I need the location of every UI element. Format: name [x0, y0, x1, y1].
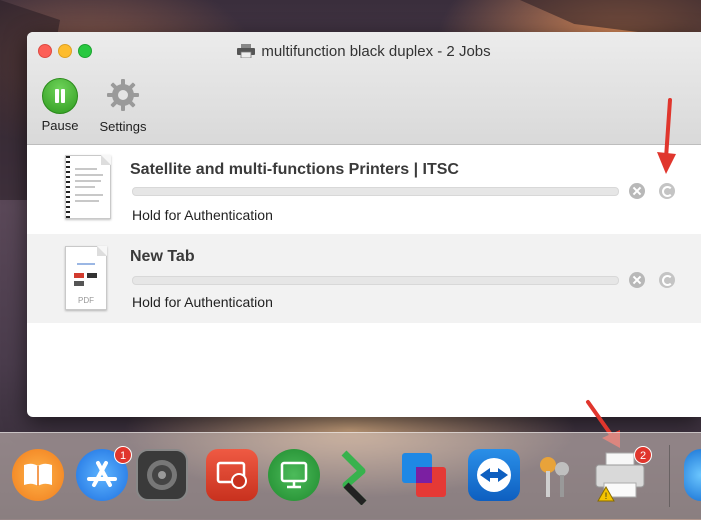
vmware-icon[interactable]: [398, 449, 450, 501]
document-thumbnail: PDF: [65, 246, 107, 310]
resume-job-button[interactable]: [659, 272, 675, 288]
keys-icon[interactable]: [530, 449, 582, 501]
document-thumbnail: [65, 155, 111, 219]
notification-badge: 2: [634, 446, 652, 464]
resume-job-button[interactable]: [659, 183, 675, 199]
job-status: Hold for Authentication: [132, 294, 273, 310]
teamviewer-icon[interactable]: [468, 449, 520, 501]
pdf-label: PDF: [78, 296, 94, 305]
titlebar: multifunction black duplex - 2 Jobs Paus…: [27, 32, 701, 145]
dock: 1 ! 2: [0, 432, 701, 520]
s-logo-icon[interactable]: [334, 449, 374, 506]
svg-text:!: !: [605, 491, 608, 501]
pause-icon: [42, 78, 78, 114]
gear-icon: [107, 79, 139, 111]
job-row[interactable]: Satellite and multi-functions Printers |…: [27, 145, 701, 234]
remote-desktop-icon[interactable]: [206, 449, 258, 501]
app-store-icon[interactable]: 1: [76, 446, 132, 501]
folder-icon[interactable]: [684, 449, 701, 501]
pause-label: Pause: [41, 118, 79, 133]
printer-icon[interactable]: ! 2: [592, 446, 652, 502]
dock-separator: [669, 445, 670, 507]
cancel-job-button[interactable]: [629, 183, 645, 199]
monitor-icon[interactable]: [268, 449, 320, 501]
job-progress-bar: [132, 187, 619, 196]
book-icon[interactable]: [12, 449, 64, 501]
settings-button[interactable]: Settings: [91, 78, 155, 134]
settings-label: Settings: [99, 119, 147, 134]
print-queue-window: multifunction black duplex - 2 Jobs Paus…: [27, 32, 701, 417]
annotation-arrow-icon: [657, 98, 676, 174]
pause-button[interactable]: Pause: [37, 78, 83, 133]
printer-icon: [237, 44, 256, 58]
cancel-job-button[interactable]: [629, 272, 645, 288]
window-title-text: multifunction black duplex - 2 Jobs: [261, 43, 491, 60]
window-title: multifunction black duplex - 2 Jobs: [27, 43, 701, 60]
job-row[interactable]: PDF New Tab Hold for Authentication: [27, 234, 701, 323]
job-progress-bar: [132, 276, 619, 285]
job-status: Hold for Authentication: [132, 207, 273, 223]
job-title: New Tab: [130, 248, 195, 265]
job-title: Satellite and multi-functions Printers |…: [130, 161, 459, 178]
notification-badge: 1: [114, 446, 132, 464]
gear-icon[interactable]: [136, 449, 188, 501]
